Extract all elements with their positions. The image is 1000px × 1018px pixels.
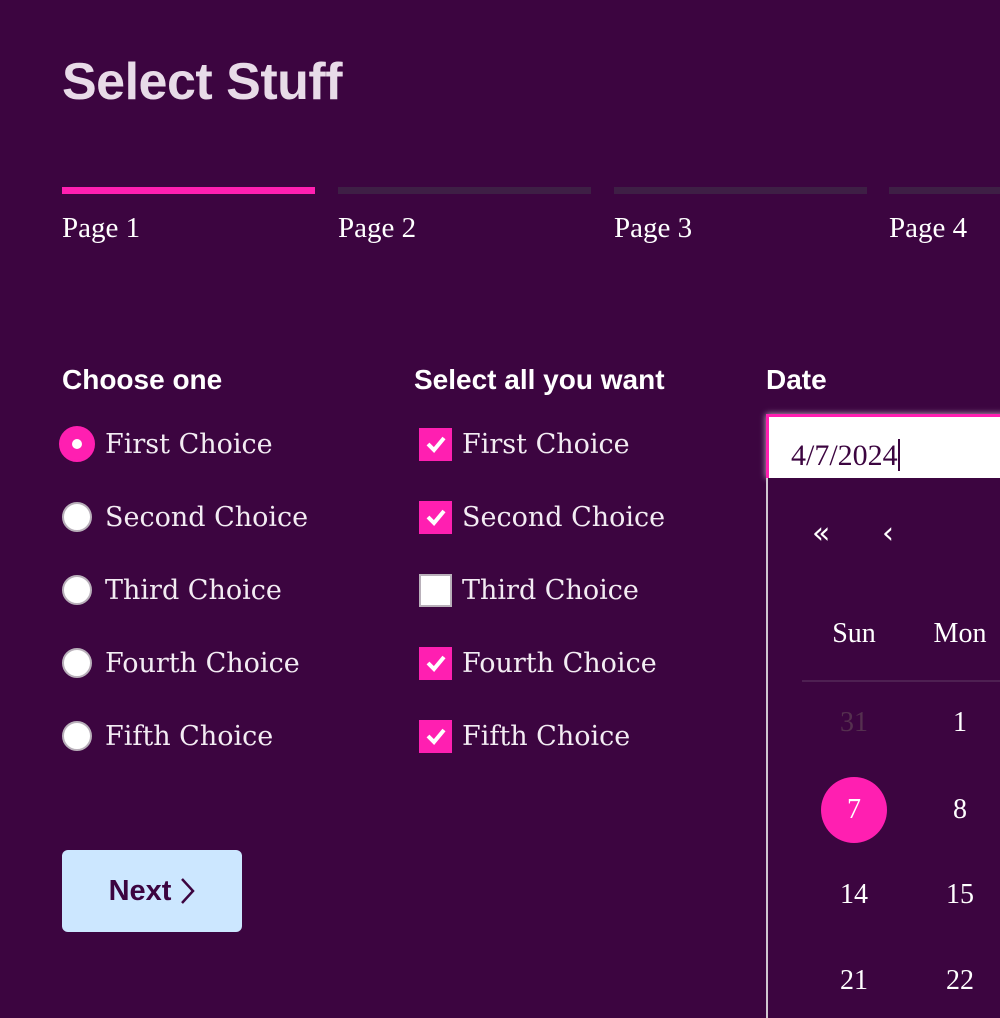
radio-button[interactable] xyxy=(62,721,92,751)
calendar-day[interactable]: 15 xyxy=(927,862,993,928)
step-page-4[interactable]: Page 4 xyxy=(889,187,1000,245)
step-bar xyxy=(62,187,315,194)
checkbox-group-heading: Select all you want xyxy=(414,364,665,395)
prev-year-button[interactable]: « xyxy=(812,516,830,551)
weekday-header: Mon xyxy=(933,618,987,649)
checkmark-icon xyxy=(426,655,446,672)
step-page-2[interactable]: Page 2 xyxy=(338,187,591,245)
prev-month-button[interactable]: ‹ xyxy=(882,516,894,551)
radio-option[interactable]: Fourth Choice xyxy=(62,643,300,683)
radio-button[interactable] xyxy=(59,426,95,462)
checkbox-option[interactable]: Fourth Choice xyxy=(419,643,657,683)
checkbox[interactable] xyxy=(419,646,452,680)
calendar-day[interactable]: 1 xyxy=(927,690,993,756)
step-label: Page 1 xyxy=(62,212,141,244)
calendar-day[interactable]: 8 xyxy=(927,777,993,843)
step-bar xyxy=(614,187,867,194)
checkbox-option[interactable]: Third Choice xyxy=(419,570,639,610)
checkbox[interactable] xyxy=(419,719,452,753)
checkbox[interactable] xyxy=(419,573,452,607)
date-value: 4/7/2024 xyxy=(791,439,898,472)
weekday-header: Sun xyxy=(832,618,876,649)
radio-option[interactable]: First Choice xyxy=(59,424,273,464)
next-button[interactable]: Next xyxy=(62,850,242,932)
checkbox-label: First Choice xyxy=(462,428,630,460)
calendar-day[interactable]: 14 xyxy=(821,862,887,928)
checkbox[interactable] xyxy=(419,427,452,461)
chevron-right-icon xyxy=(181,878,196,904)
step-bar xyxy=(889,187,1000,194)
checkbox-label: Fourth Choice xyxy=(462,647,657,679)
checkmark-icon xyxy=(426,436,446,453)
radio-label: Second Choice xyxy=(105,501,309,533)
radio-option[interactable]: Fifth Choice xyxy=(62,716,273,756)
checkbox-option[interactable]: Fifth Choice xyxy=(419,716,630,756)
step-label: Page 3 xyxy=(614,212,693,244)
checkbox-label: Second Choice xyxy=(462,501,666,533)
calendar-day[interactable]: 31 xyxy=(821,690,887,756)
date-field-group: Date xyxy=(766,362,827,398)
checkbox-label: Third Choice xyxy=(462,574,639,606)
page-title: Select Stuff xyxy=(62,53,343,111)
radio-label: Fourth Choice xyxy=(105,647,300,679)
step-bar xyxy=(338,187,591,194)
checkbox-label: Fifth Choice xyxy=(462,720,631,752)
checkbox-option[interactable]: Second Choice xyxy=(419,497,665,537)
checkbox-option[interactable]: First Choice xyxy=(419,424,630,464)
radio-label: Fifth Choice xyxy=(105,720,274,752)
radio-button[interactable] xyxy=(62,502,92,532)
calendar-divider xyxy=(802,680,1000,682)
radio-label: First Choice xyxy=(105,428,273,460)
step-label: Page 4 xyxy=(889,212,968,244)
radio-button[interactable] xyxy=(62,648,92,678)
text-caret xyxy=(897,439,900,471)
calendar-popup: « ‹ Sun Mon 31 1 7 8 14 15 21 22 xyxy=(766,478,1000,1018)
step-label: Page 2 xyxy=(338,212,417,244)
radio-label: Third Choice xyxy=(105,574,282,606)
radio-option[interactable]: Second Choice xyxy=(62,497,308,537)
checkbox-group: Select all you want First Choice Second … xyxy=(414,362,665,753)
date-input[interactable]: 4/7/2024 xyxy=(766,414,1000,478)
date-heading: Date xyxy=(766,364,827,395)
radio-group: Choose one First Choice Second Choice Th… xyxy=(59,362,308,752)
radio-group-heading: Choose one xyxy=(62,364,223,395)
calendar-day[interactable]: 22 xyxy=(927,948,993,1014)
calendar-day-selected[interactable]: 7 xyxy=(821,777,887,843)
step-page-3[interactable]: Page 3 xyxy=(614,187,867,245)
next-button-label: Next xyxy=(108,874,172,907)
step-page-1[interactable]: Page 1 xyxy=(62,187,315,245)
radio-button[interactable] xyxy=(62,575,92,605)
checkbox[interactable] xyxy=(419,500,452,534)
calendar-day[interactable]: 21 xyxy=(821,948,887,1014)
checkmark-icon xyxy=(426,728,446,745)
radio-option[interactable]: Third Choice xyxy=(62,570,282,610)
checkmark-icon xyxy=(426,509,446,526)
